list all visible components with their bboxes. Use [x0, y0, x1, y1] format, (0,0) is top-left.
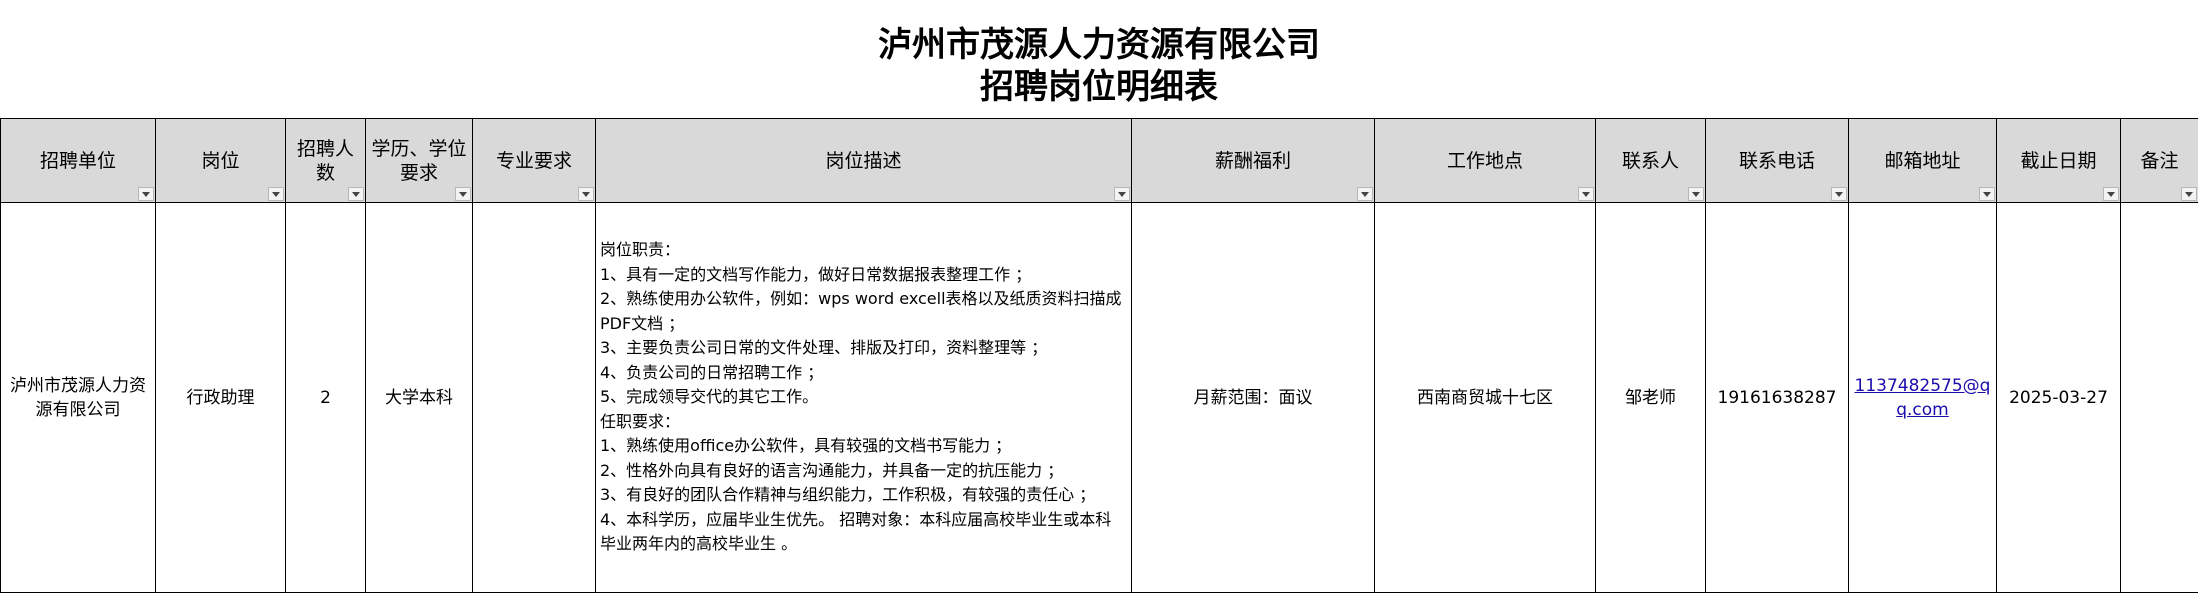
cell-deadline: 2025-03-27	[1997, 203, 2121, 593]
description-line: 岗位职责：	[600, 238, 1127, 263]
cell-count: 2	[286, 203, 366, 593]
cell-salary: 月薪范围：面议	[1132, 203, 1375, 593]
description-line: 3、有良好的团队合作精神与组织能力，工作积极，有较强的责任心 ；	[600, 483, 1127, 508]
page-title: 泸州市茂源人力资源有限公司 招聘岗位明细表	[0, 0, 2198, 118]
filter-dropdown-icon[interactable]	[1979, 187, 1995, 201]
cell-description: 岗位职责： 1、具有一定的文档写作能力，做好日常数据报表整理工作 ； 2、熟练使…	[596, 203, 1132, 593]
cell-location: 西南商贸城十七区	[1375, 203, 1596, 593]
header-contact: 联系人	[1596, 119, 1706, 203]
header-unit: 招聘单位	[1, 119, 156, 203]
description-line: 1、熟练使用office办公软件，具有较强的文档书写能力 ；	[600, 434, 1127, 459]
filter-dropdown-icon[interactable]	[1688, 187, 1704, 201]
header-phone: 联系电话	[1706, 119, 1849, 203]
cell-education: 大学本科	[366, 203, 473, 593]
description-line: 2、熟练使用办公软件，例如：wps word excell表格以及纸质资料扫描成…	[600, 287, 1127, 336]
header-education: 学历、学位要求	[366, 119, 473, 203]
description-line: 5、完成领导交代的其它工作。	[600, 385, 1127, 410]
header-row: 招聘单位 岗位 招聘人数 学历、学位要求 专业要求 岗位描述 薪酬福利 工作地点…	[1, 119, 2198, 203]
cell-email: 1137482575@qq.com	[1849, 203, 1997, 593]
cell-major	[473, 203, 596, 593]
description-line: 3、主要负责公司日常的文件处理、排版及打印，资料整理等 ；	[600, 336, 1127, 361]
filter-dropdown-icon[interactable]	[1578, 187, 1594, 201]
cell-position: 行政助理	[156, 203, 286, 593]
table-row: 泸州市茂源人力资源有限公司 行政助理 2 大学本科 岗位职责： 1、具有一定的文…	[1, 203, 2198, 593]
header-remark: 备注	[2121, 119, 2198, 203]
recruitment-table: 招聘单位 岗位 招聘人数 学历、学位要求 专业要求 岗位描述 薪酬福利 工作地点…	[0, 118, 2198, 593]
filter-dropdown-icon[interactable]	[268, 187, 284, 201]
filter-dropdown-icon[interactable]	[578, 187, 594, 201]
cell-remark	[2121, 203, 2198, 593]
filter-dropdown-icon[interactable]	[1114, 187, 1130, 201]
header-count: 招聘人数	[286, 119, 366, 203]
description-line: 4、负责公司的日常招聘工作 ；	[600, 361, 1127, 386]
header-email: 邮箱地址	[1849, 119, 1997, 203]
header-deadline: 截止日期	[1997, 119, 2121, 203]
description-line: 1、具有一定的文档写作能力，做好日常数据报表整理工作 ；	[600, 263, 1127, 288]
filter-dropdown-icon[interactable]	[2181, 187, 2197, 201]
description-line: 任职要求：	[600, 410, 1127, 435]
filter-dropdown-icon[interactable]	[1357, 187, 1373, 201]
company-title: 泸州市茂源人力资源有限公司	[0, 24, 2198, 66]
header-major: 专业要求	[473, 119, 596, 203]
email-link[interactable]: 1137482575@qq.com	[1855, 376, 1991, 420]
header-position: 岗位	[156, 119, 286, 203]
filter-dropdown-icon[interactable]	[138, 187, 154, 201]
description-line: 2、性格外向具有良好的语言沟通能力，并具备一定的抗压能力 ；	[600, 459, 1127, 484]
description-line: 4、本科学历，应届毕业生优先。 招聘对象：本科应届高校毕业生或本科毕业两年内的高…	[600, 508, 1127, 557]
cell-phone: 19161638287	[1706, 203, 1849, 593]
cell-unit: 泸州市茂源人力资源有限公司	[1, 203, 156, 593]
header-salary: 薪酬福利	[1132, 119, 1375, 203]
cell-contact: 邹老师	[1596, 203, 1706, 593]
filter-dropdown-icon[interactable]	[348, 187, 364, 201]
header-description: 岗位描述	[596, 119, 1132, 203]
filter-dropdown-icon[interactable]	[2103, 187, 2119, 201]
filter-dropdown-icon[interactable]	[1831, 187, 1847, 201]
filter-dropdown-icon[interactable]	[455, 187, 471, 201]
table-title: 招聘岗位明细表	[0, 66, 2198, 108]
header-location: 工作地点	[1375, 119, 1596, 203]
